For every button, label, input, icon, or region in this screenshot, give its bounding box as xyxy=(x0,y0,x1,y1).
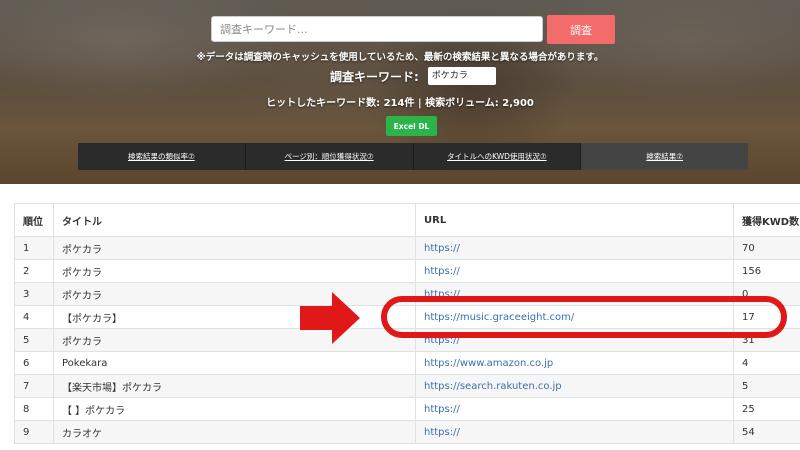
search-button[interactable]: 調査 xyxy=(547,15,615,44)
annotation-highlight-ring xyxy=(381,296,787,338)
tab-similarity[interactable]: 検索結果の類似率⑦ xyxy=(78,143,246,170)
tab-title-kwd-usage[interactable]: タイトルへのKWD使用状況⑦ xyxy=(413,143,582,170)
cell-rank: 5 xyxy=(14,328,54,352)
cell-title: ポケカラ xyxy=(53,328,416,352)
header-title: タイトル xyxy=(53,203,416,237)
excel-download-button[interactable]: Excel DL xyxy=(386,116,437,136)
analysis-tabs: 検索結果の類似率⑦ ページ別：順位獲得状況⑦ タイトルへのKWD使用状況⑦ 検索… xyxy=(78,143,748,170)
search-input[interactable] xyxy=(211,16,543,42)
cache-notice: ※データは調査時のキャッシュを使用しているため、最新の検索結果と異なる場合があり… xyxy=(196,52,604,63)
cell-url-link[interactable]: https:// xyxy=(415,236,734,260)
keyword-label: 調査キーワード: xyxy=(330,69,419,84)
cell-url-link[interactable]: https:// xyxy=(415,259,734,283)
cell-rank: 4 xyxy=(14,305,54,329)
cell-rank: 1 xyxy=(14,236,54,260)
table-row: 9 カラオケ https:// 54 xyxy=(14,420,800,444)
cell-rank: 6 xyxy=(14,351,54,375)
tab-page-ranking[interactable]: ページ別：順位獲得状況⑦ xyxy=(245,143,414,170)
cell-url-link[interactable]: https:// xyxy=(415,420,734,444)
header-rank: 順位 xyxy=(14,203,54,237)
header-kwd-count: 獲得KWD数 xyxy=(733,203,800,237)
cell-rank: 8 xyxy=(14,397,54,421)
result-stats: ヒットしたキーワード数: 214件 | 検索ボリューム: 2,900 xyxy=(266,98,534,109)
table-row: 7 【楽天市場】ポケカラ https://search.rakuten.co.j… xyxy=(14,374,800,398)
header-url: URL xyxy=(415,203,734,237)
tab-search-results[interactable]: 検索結果⑦ xyxy=(581,143,748,170)
cell-kwd-count: 4 xyxy=(733,351,800,375)
table-header-row: 順位 タイトル URL 獲得KWD数 xyxy=(14,203,800,237)
cell-url-link[interactable]: https://search.rakuten.co.jp xyxy=(415,374,734,398)
annotation-arrow-icon xyxy=(300,292,360,344)
cell-rank: 7 xyxy=(14,374,54,398)
table-row: 6 Pokekara https://www.amazon.co.jp 4 xyxy=(14,351,800,375)
cell-title: Pokekara xyxy=(53,351,416,375)
table-row: 1 ポケカラ https:// 70 xyxy=(14,236,800,260)
table-row: 2 ポケカラ https:// 156 xyxy=(14,259,800,283)
cell-title: ポケカラ xyxy=(53,282,416,306)
cell-kwd-count: 54 xyxy=(733,420,800,444)
cell-kwd-count: 5 xyxy=(733,374,800,398)
cell-title: ポケカラ xyxy=(53,236,416,260)
cell-kwd-count: 25 xyxy=(733,397,800,421)
keyword-row: 調査キーワード: ポケカラ xyxy=(330,66,496,86)
cell-title: カラオケ xyxy=(53,420,416,444)
cell-url-link[interactable]: https://www.amazon.co.jp xyxy=(415,351,734,375)
cell-title: 【ポケカラ】 xyxy=(53,305,416,329)
cell-url-link[interactable]: https:// xyxy=(415,397,734,421)
cell-rank: 9 xyxy=(14,420,54,444)
keyword-value: ポケカラ xyxy=(427,67,496,85)
hero-banner: 調査 ※データは調査時のキャッシュを使用しているため、最新の検索結果と異なる場合… xyxy=(0,0,800,184)
cell-rank: 2 xyxy=(14,259,54,283)
cell-kwd-count: 70 xyxy=(733,236,800,260)
cell-title: 【楽天市場】ポケカラ xyxy=(53,374,416,398)
cell-title: 【 】ポケカラ xyxy=(53,397,416,421)
cell-title: ポケカラ xyxy=(53,259,416,283)
cell-rank: 3 xyxy=(14,282,54,306)
table-row: 8 【 】ポケカラ https:// 25 xyxy=(14,397,800,421)
cell-kwd-count: 156 xyxy=(733,259,800,283)
